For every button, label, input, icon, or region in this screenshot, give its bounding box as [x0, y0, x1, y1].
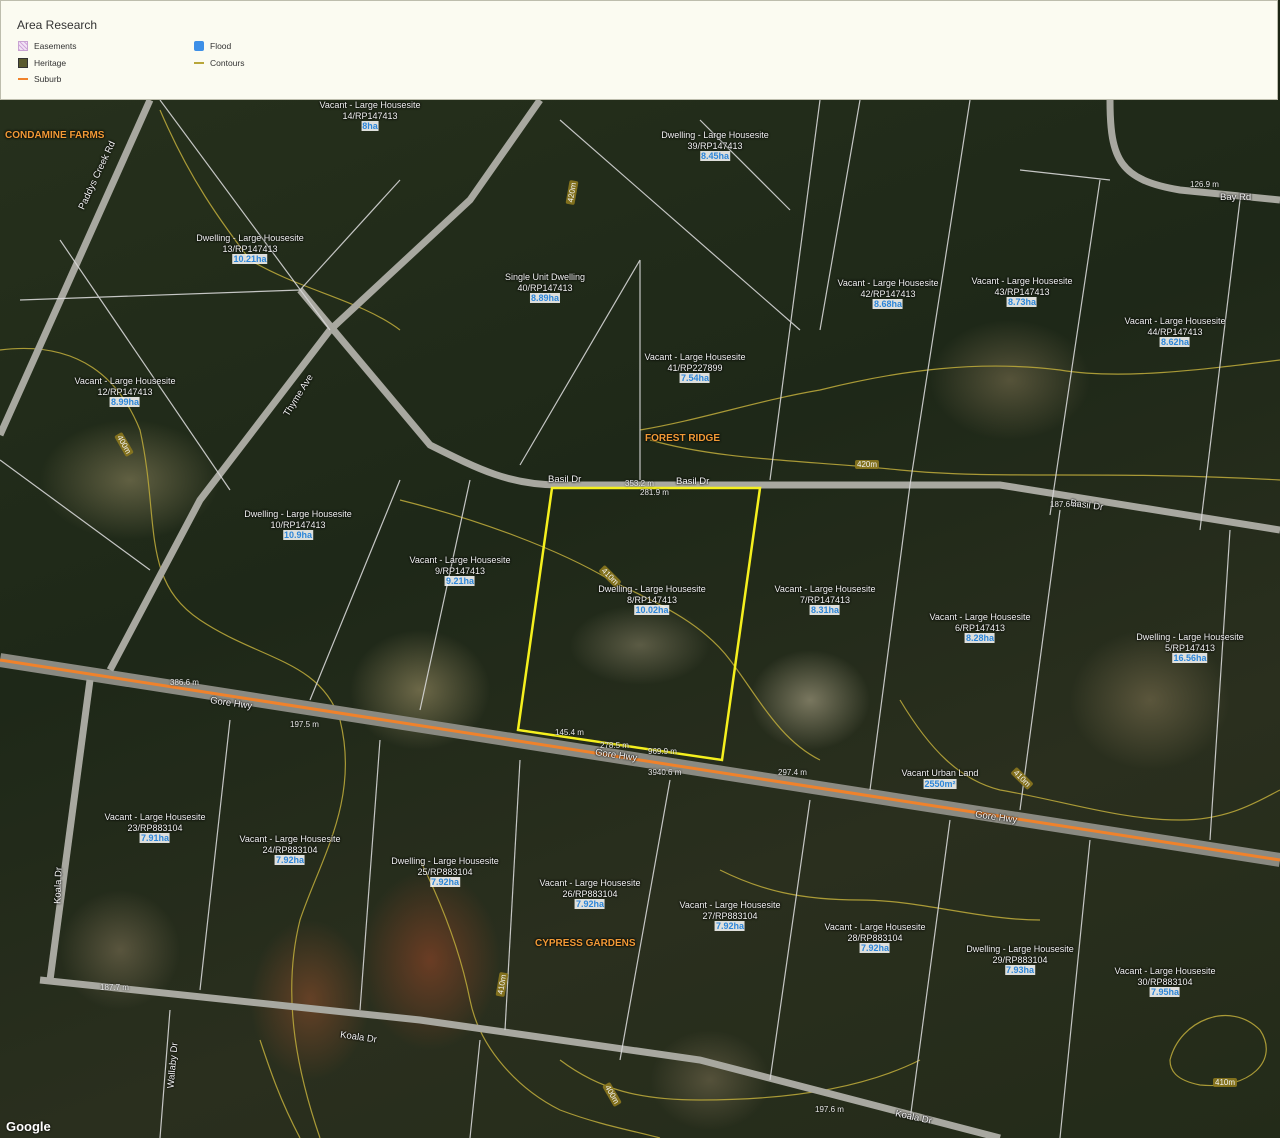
- map-canvas[interactable]: CONDAMINE FARMS FOREST RIDGE CYPRESS GAR…: [0, 100, 1280, 1138]
- suburb-label: CYPRESS GARDENS: [535, 938, 636, 949]
- legend-heritage[interactable]: Heritage: [18, 58, 66, 68]
- parcel-label[interactable]: Dwelling - Large Housesite 10/RP147413 10.…: [244, 509, 352, 541]
- suburb-label: FOREST RIDGE: [645, 433, 721, 444]
- parcel-label[interactable]: Vacant - Large Housesite 28/RP883104 7.92h…: [825, 922, 925, 954]
- legend-label: Suburb: [34, 74, 62, 84]
- easements-swatch-icon: [18, 41, 28, 51]
- parcel-label[interactable]: Vacant - Large Housesite 14/RP147413 8ha: [320, 100, 420, 132]
- parcel-label[interactable]: Vacant - Large Housesite 30/RP883104 7.95h…: [1115, 966, 1215, 998]
- legend-suburb[interactable]: Suburb: [18, 74, 61, 84]
- parcel-label[interactable]: Vacant - Large Housesite 42/RP147413 8.68h…: [838, 278, 938, 310]
- dimension-label: 197.5 m: [290, 720, 319, 729]
- parcel-label[interactable]: Vacant Urban Land 2550m²: [902, 768, 978, 789]
- dimension-label: 353.2 m: [625, 479, 654, 488]
- legend-contours[interactable]: Contours: [194, 58, 245, 68]
- parcel-boundaries: [0, 100, 1241, 1138]
- dimension-label: 145.4 m: [555, 728, 584, 737]
- parcel-label[interactable]: Vacant - Large Housesite 26/RP883104 7.92h…: [540, 878, 640, 910]
- dimension-label: 3940.6 m: [648, 768, 682, 777]
- selected-lot-outline[interactable]: [516, 486, 762, 762]
- dimension-label: 281.9 m: [640, 488, 669, 497]
- road-label: Koala Dr: [52, 866, 65, 905]
- dimension-label: 126.9 m: [1190, 180, 1219, 189]
- suburb-line-icon: [18, 78, 28, 80]
- parcel-label[interactable]: Vacant - Large Housesite 43/RP147413 8.73h…: [972, 276, 1072, 308]
- contour-label: 410m: [1213, 1078, 1238, 1087]
- suburb-label: CONDAMINE FARMS: [5, 130, 105, 141]
- parcel-label[interactable]: Dwelling - Large Housesite 8/RP147413 10.0…: [598, 584, 706, 616]
- parcel-label[interactable]: Dwelling - Large Housesite 5/RP147413 16.5…: [1136, 632, 1244, 664]
- parcel-label[interactable]: Vacant - Large Housesite 7/RP147413 8.31ha: [775, 584, 875, 616]
- legend-flood[interactable]: Flood: [194, 41, 231, 51]
- parcel-label[interactable]: Vacant - Large Housesite 41/RP227899 7.54h…: [645, 352, 745, 384]
- parcel-label[interactable]: Vacant - Large Housesite 27/RP883104 7.92h…: [680, 900, 780, 932]
- parcel-label[interactable]: Dwelling - Large Housesite 13/RP147413 10.…: [196, 233, 304, 265]
- dimension-label: 278.5 m: [600, 741, 629, 750]
- legend-label: Heritage: [34, 58, 67, 68]
- parcel-label[interactable]: Vacant - Large Housesite 44/RP147413 8.62h…: [1125, 316, 1225, 348]
- legend-label: Easements: [34, 41, 77, 51]
- local-roads: [0, 100, 1280, 1138]
- dimension-label: 386.6 m: [170, 678, 199, 687]
- panel-title: Area Research: [17, 18, 98, 32]
- parcel-label[interactable]: Dwelling - Large Housesite 39/RP147413 8.4…: [661, 130, 769, 162]
- map-legend-panel: Area Research Easements Heritage Suburb …: [0, 0, 1278, 100]
- dimension-label: 187.7 m: [100, 983, 129, 992]
- flood-swatch-icon: [194, 41, 204, 51]
- heritage-swatch-icon: [18, 58, 28, 68]
- parcel-label[interactable]: Dwelling - Large Housesite 29/RP883104 7.9…: [966, 944, 1074, 976]
- map-vector-layer: [0, 100, 1280, 1138]
- google-attribution: Google: [6, 1119, 51, 1134]
- road-label: Basil Dr: [676, 476, 710, 487]
- parcel-label[interactable]: Vacant - Large Housesite 9/RP147413 9.21ha: [410, 555, 510, 587]
- dimension-label: 297.4 m: [778, 768, 807, 777]
- parcel-label[interactable]: Single Unit Dwelling 40/RP147413 8.89ha: [505, 272, 585, 304]
- parcel-label[interactable]: Vacant - Large Housesite 6/RP147413 8.28ha: [930, 612, 1030, 644]
- legend-label: Contours: [210, 58, 245, 68]
- road-label: Basil Dr: [548, 474, 582, 485]
- dimension-label: 187.6 m: [1050, 500, 1079, 509]
- contours-line-icon: [194, 62, 204, 64]
- dimension-label: 197.6 m: [815, 1105, 844, 1114]
- parcel-label[interactable]: Vacant - Large Housesite 12/RP147413 8.99h…: [75, 376, 175, 408]
- contour-label: 420m: [855, 460, 880, 469]
- dimension-label: 969.9 m: [648, 747, 677, 756]
- parcel-label[interactable]: Dwelling - Large Housesite 25/RP883104 7.9…: [391, 856, 499, 888]
- legend-label: Flood: [210, 41, 232, 51]
- parcel-label[interactable]: Vacant - Large Housesite 24/RP883104 7.92h…: [240, 834, 340, 866]
- parcel-label[interactable]: Vacant - Large Housesite 23/RP883104 7.91h…: [105, 812, 205, 844]
- legend-easements[interactable]: Easements: [18, 41, 77, 51]
- road-label: Bay Rd: [1220, 192, 1252, 203]
